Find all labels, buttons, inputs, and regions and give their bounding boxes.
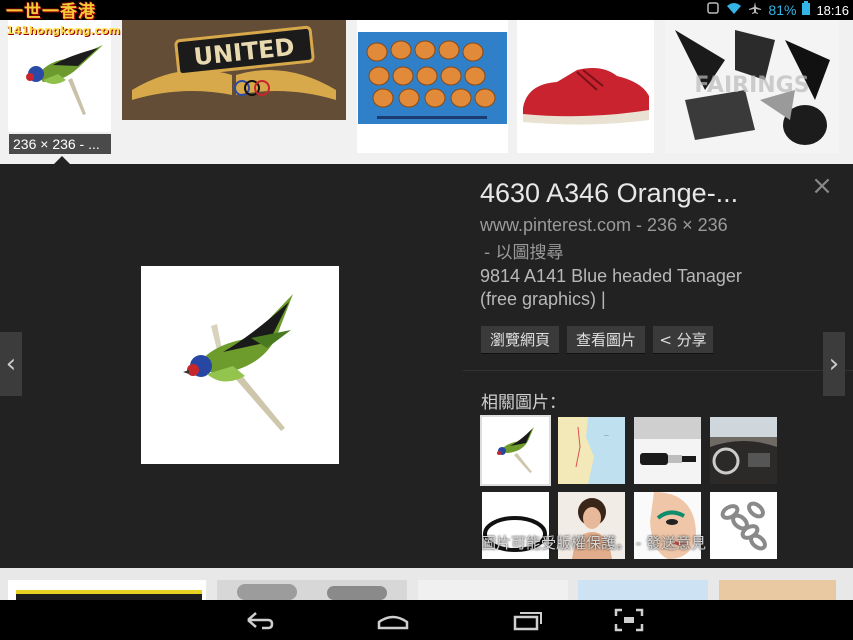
top-thumbnails-row: UNITED FAIRINGS 236 × 236 - ... bbox=[0, 20, 853, 164]
image-description: 9814 A141 Blue headed Tanager (free grap… bbox=[480, 265, 800, 311]
thumbnail-orange-parts[interactable] bbox=[357, 20, 508, 153]
chevron-right-icon: › bbox=[828, 349, 840, 379]
screen: 81% 18:16 一世一香港 141hongkong.com UNITED F… bbox=[0, 0, 853, 640]
related-image-cable[interactable] bbox=[634, 417, 701, 484]
back-icon[interactable] bbox=[242, 608, 276, 632]
watermark-logo: 一世一香港 141hongkong.com bbox=[6, 2, 124, 44]
clock: 18:16 bbox=[816, 2, 849, 18]
status-icons: 81% 18:16 bbox=[706, 1, 849, 19]
description-line2: (free graphics) | bbox=[480, 289, 606, 309]
logo-line1: 一世一香港 bbox=[6, 2, 96, 22]
thumbnail-blank[interactable] bbox=[418, 580, 568, 600]
thumbnail-dimensions-label: 236 × 236 - ... bbox=[9, 134, 111, 154]
thumbnail-tablet[interactable] bbox=[8, 580, 206, 600]
related-image-map[interactable]: — bbox=[558, 417, 625, 484]
close-icon[interactable]: × bbox=[810, 173, 834, 199]
copyright-notice[interactable]: 圖片可能受版權保護。 - 發送意見 bbox=[481, 532, 706, 553]
share-button[interactable]: < 分享 bbox=[653, 326, 713, 354]
visit-page-button[interactable]: 瀏覽網頁 bbox=[481, 326, 559, 354]
image-detail-panel: ‹ × 4630 A346 Orange-... www.pinterest.c… bbox=[0, 164, 853, 568]
notification-icon bbox=[706, 1, 720, 19]
battery-percent: 81% bbox=[768, 2, 797, 18]
svg-text:—: — bbox=[604, 433, 609, 439]
home-icon[interactable] bbox=[376, 608, 410, 632]
related-image-bird[interactable] bbox=[480, 415, 551, 486]
system-navigation-bar bbox=[0, 600, 853, 640]
search-by-image-link[interactable]: - 以圖搜尋 bbox=[484, 238, 564, 263]
image-title: 4630 A346 Orange-... bbox=[480, 178, 739, 208]
thumbnail-red-shoe[interactable] bbox=[517, 20, 654, 153]
screenshot-icon[interactable] bbox=[612, 608, 646, 632]
chevron-left-icon: ‹ bbox=[5, 349, 17, 379]
logo-line2: 141hongkong.com bbox=[6, 24, 121, 37]
recent-apps-icon[interactable] bbox=[511, 608, 545, 632]
section-divider bbox=[463, 370, 853, 371]
selection-caret bbox=[54, 156, 70, 164]
thumbnail-motorcycle-fairings[interactable]: FAIRINGS bbox=[665, 20, 839, 153]
related-image-chain[interactable] bbox=[710, 492, 777, 559]
airplane-icon bbox=[748, 1, 762, 19]
related-image-car-interior[interactable] bbox=[710, 417, 777, 484]
wifi-icon bbox=[726, 1, 742, 19]
main-preview-image[interactable] bbox=[141, 266, 339, 464]
svg-text:FAIRINGS: FAIRINGS bbox=[694, 73, 809, 98]
related-images-heading: 相關圖片： bbox=[481, 393, 566, 413]
thumbnail-gray[interactable] bbox=[217, 580, 407, 600]
battery-icon bbox=[802, 1, 811, 19]
bottom-thumbnails-row bbox=[0, 568, 853, 600]
source-site[interactable]: www.pinterest.com - 236 × 236 bbox=[480, 214, 800, 236]
previous-image-button[interactable]: ‹ bbox=[0, 332, 22, 396]
description-line1: 9814 A141 Blue headed Tanager bbox=[480, 266, 742, 286]
next-image-button[interactable]: › bbox=[823, 332, 845, 396]
thumbnail-blue[interactable] bbox=[578, 580, 708, 600]
thumbnail-united-pin[interactable]: UNITED bbox=[122, 20, 346, 120]
status-bar: 81% 18:16 bbox=[0, 0, 853, 20]
view-image-button[interactable]: 查看圖片 bbox=[567, 326, 645, 354]
thumbnail-tan[interactable] bbox=[719, 580, 836, 600]
